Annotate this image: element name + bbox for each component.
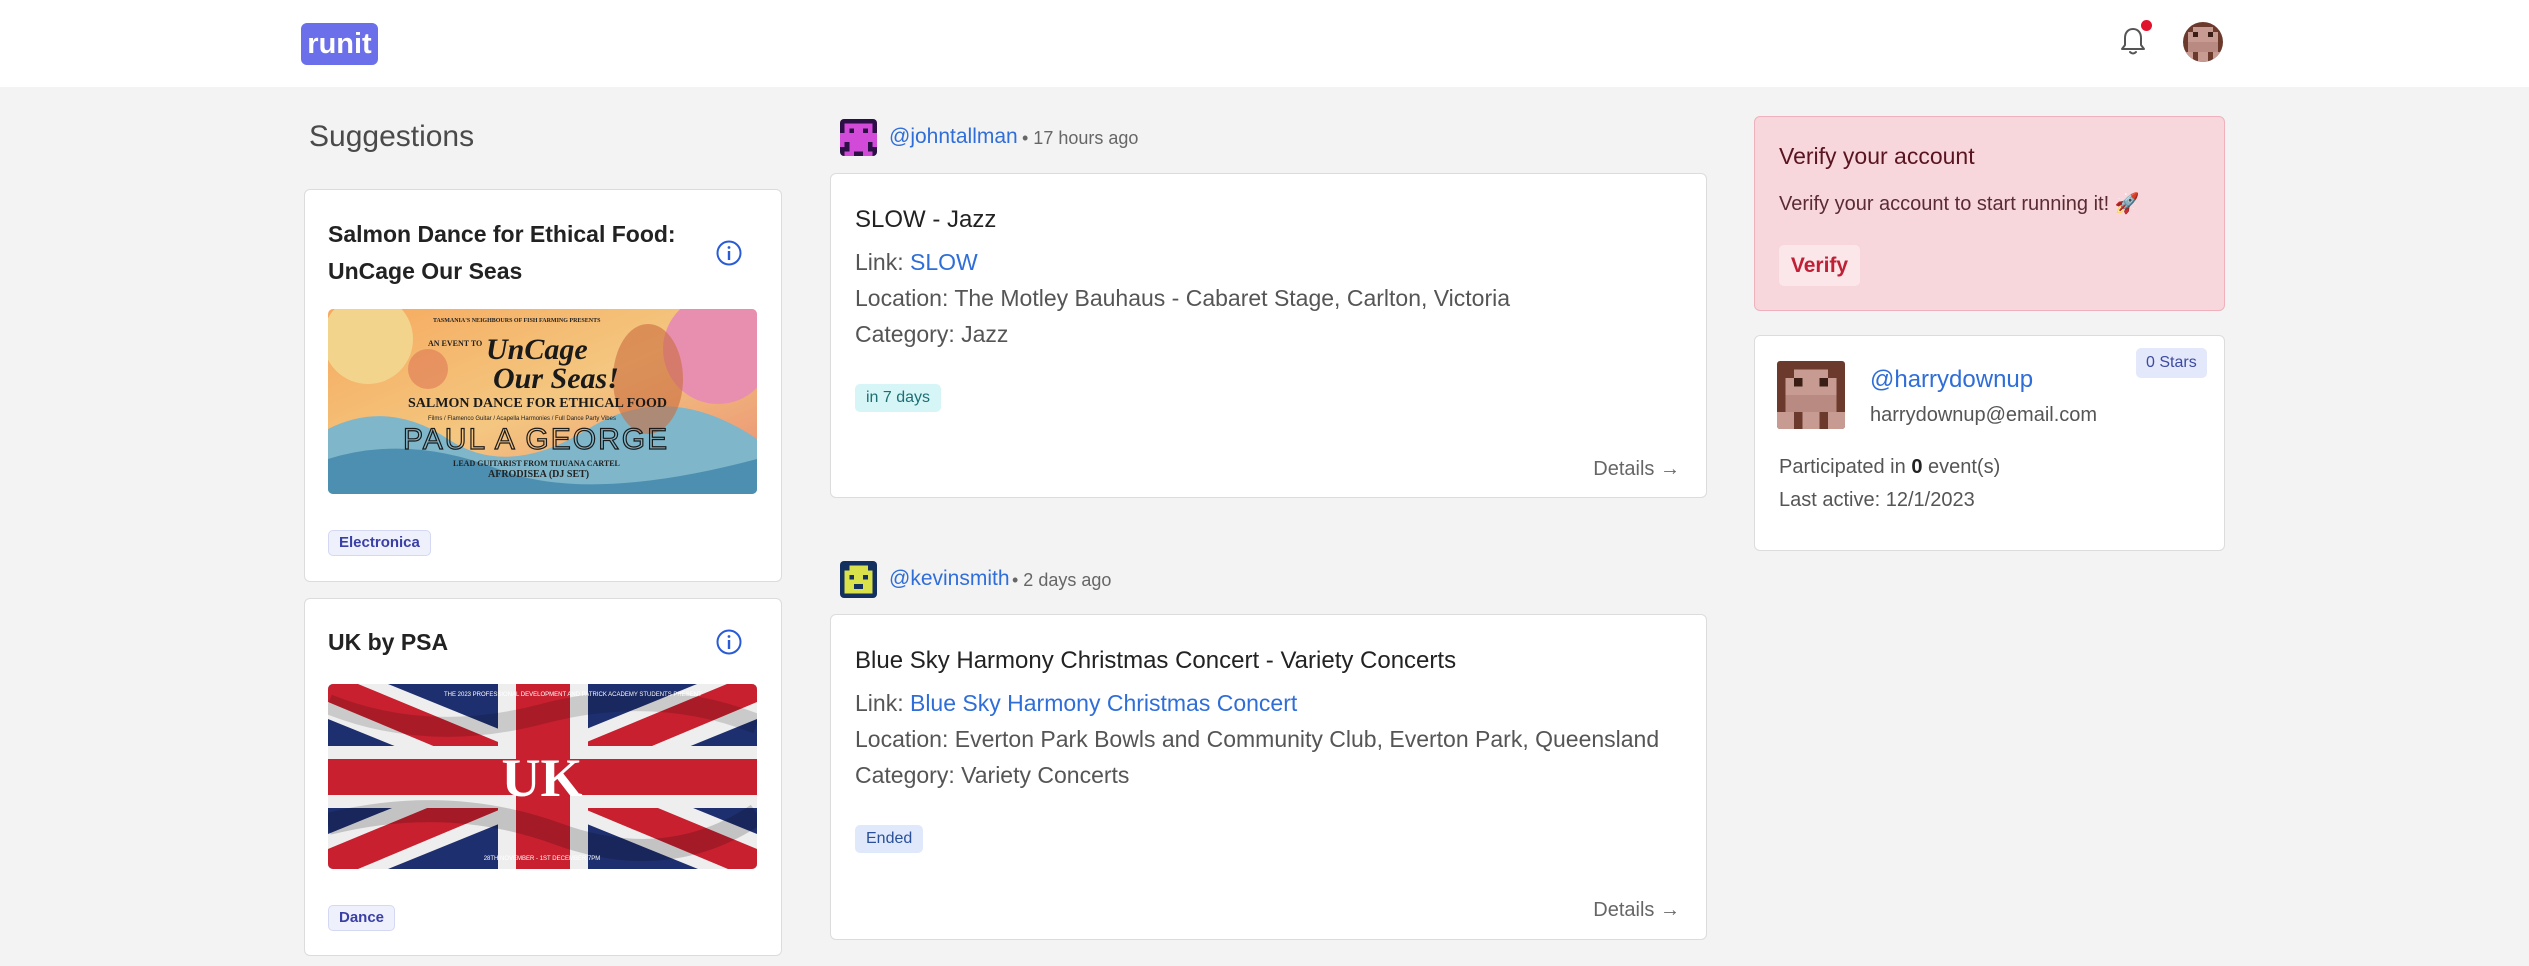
post-title: SLOW - Jazz: [855, 206, 997, 233]
poster-text: SALMON DANCE FOR ETHICAL FOOD: [408, 396, 667, 411]
category-label: Category:: [855, 321, 955, 347]
verify-account-alert: Verify your account Verify your account …: [1754, 116, 2225, 311]
link-label: Link:: [855, 690, 904, 716]
poster-text: THE 2023 PROFESSIONAL DEVELOPMENT AND PA…: [444, 692, 702, 698]
location-value: Everton Park Bowls and Community Club, E…: [954, 726, 1660, 752]
verify-title: Verify your account: [1779, 143, 1975, 169]
user-avatar[interactable]: [840, 119, 877, 156]
post-link-row: Link: Blue Sky Harmony Christmas Concert: [855, 690, 1297, 717]
profile-card: @harrydownup harrydownup@email.com 0 Sta…: [1754, 335, 2225, 551]
post-username-link[interactable]: @johntallman: [889, 125, 1018, 149]
suggestion-card[interactable]: Salmon Dance for Ethical Food: UnCage Ou…: [304, 189, 782, 582]
participation-count: 0: [1911, 456, 1923, 478]
location-value: The Motley Bauhaus - Cabaret Stage, Carl…: [954, 285, 1511, 311]
post-timestamp: • 17 hours ago: [1022, 128, 1139, 148]
poster-text: LEAD GUITARIST FROM TIJUANA CARTEL: [453, 459, 620, 468]
runit-logo[interactable]: runit: [301, 23, 378, 65]
user-avatar[interactable]: [2183, 22, 2223, 62]
user-avatar[interactable]: [840, 561, 877, 598]
poster-text: 28TH NOVEMBER - 1ST DECEMBER 7PM: [484, 856, 601, 862]
profile-avatar[interactable]: [1777, 361, 1845, 429]
status-badge: Ended: [855, 825, 924, 853]
location-label: Location:: [855, 726, 949, 752]
location-label: Location:: [855, 285, 949, 311]
genre-tag[interactable]: Dance: [328, 905, 396, 931]
category-label: Category:: [855, 762, 955, 788]
info-icon[interactable]: [715, 628, 743, 656]
participation-stat: Participated in 0 event(s): [1779, 456, 2000, 479]
event-poster-image: THE 2023 PROFESSIONAL DEVELOPMENT AND PA…: [328, 684, 757, 869]
profile-username-link[interactable]: @harrydownup: [1870, 366, 2033, 394]
event-link[interactable]: Blue Sky Harmony Christmas Concert: [910, 690, 1297, 716]
post-title: Blue Sky Harmony Christmas Concert - Var…: [855, 647, 1457, 674]
status-badge: in 7 days: [855, 384, 942, 412]
participation-suffix: event(s): [1928, 456, 2001, 478]
post-timestamp: • 2 days ago: [1012, 570, 1112, 590]
event-link[interactable]: SLOW: [910, 249, 978, 275]
last-active-stat: Last active: 12/1/2023: [1779, 489, 1975, 511]
poster-text: Films / Flamenco Guitar / Acapella Harmo…: [428, 416, 616, 422]
suggestion-title[interactable]: UK by PSA: [328, 624, 698, 661]
post-location-row: Location: The Motley Bauhaus - Cabaret S…: [855, 285, 1510, 312]
post-username-link[interactable]: @kevinsmith: [889, 567, 1010, 591]
profile-email: harrydownup@email.com: [1870, 404, 2098, 426]
poster-text: AFRODISEA (DJ SET): [488, 469, 589, 480]
notification-dot: [2141, 20, 2152, 31]
post-location-row: Location: Everton Park Bowls and Communi…: [855, 726, 1659, 753]
details-link[interactable]: Details →: [1593, 899, 1680, 922]
suggestion-title[interactable]: Salmon Dance for Ethical Food: UnCage Ou…: [328, 216, 698, 290]
category-value: Jazz: [961, 321, 1009, 347]
link-label: Link:: [855, 249, 904, 275]
verify-button[interactable]: Verify: [1779, 245, 1860, 286]
verify-message: Verify your account to start running it!…: [1779, 193, 2140, 215]
suggestions-heading: Suggestions: [309, 120, 475, 153]
poster-headline: UK: [502, 748, 583, 808]
post-category-row: Category: Jazz: [855, 321, 1008, 348]
suggestion-card[interactable]: UK by PSA THE 2023 PROFESSIONAL DEVELOPM…: [304, 598, 782, 956]
poster-text: TASMANIA'S NEIGHBOURS OF FISH FARMING PR…: [433, 318, 601, 324]
top-navbar: runit: [0, 0, 2529, 87]
poster-headline: Our Seas!: [493, 362, 619, 395]
category-value: Variety Concerts: [961, 762, 1130, 788]
poster-text: AN EVENT TO: [428, 339, 482, 348]
event-poster-image: TASMANIA'S NEIGHBOURS OF FISH FARMING PR…: [328, 309, 757, 494]
post-card: Blue Sky Harmony Christmas Concert - Var…: [830, 614, 1707, 940]
stars-badge: 0 Stars: [2136, 348, 2207, 378]
participation-prefix: Participated in: [1779, 456, 1906, 478]
post-link-row: Link: SLOW: [855, 249, 978, 276]
details-link[interactable]: Details →: [1593, 458, 1680, 481]
genre-tag[interactable]: Electronica: [328, 530, 431, 556]
post-category-row: Category: Variety Concerts: [855, 762, 1129, 789]
poster-artist: PAUL A GEORGE: [403, 423, 669, 456]
post-card: SLOW - Jazz Link: SLOW Location: The Mot…: [830, 173, 1707, 498]
info-icon[interactable]: [715, 239, 743, 267]
